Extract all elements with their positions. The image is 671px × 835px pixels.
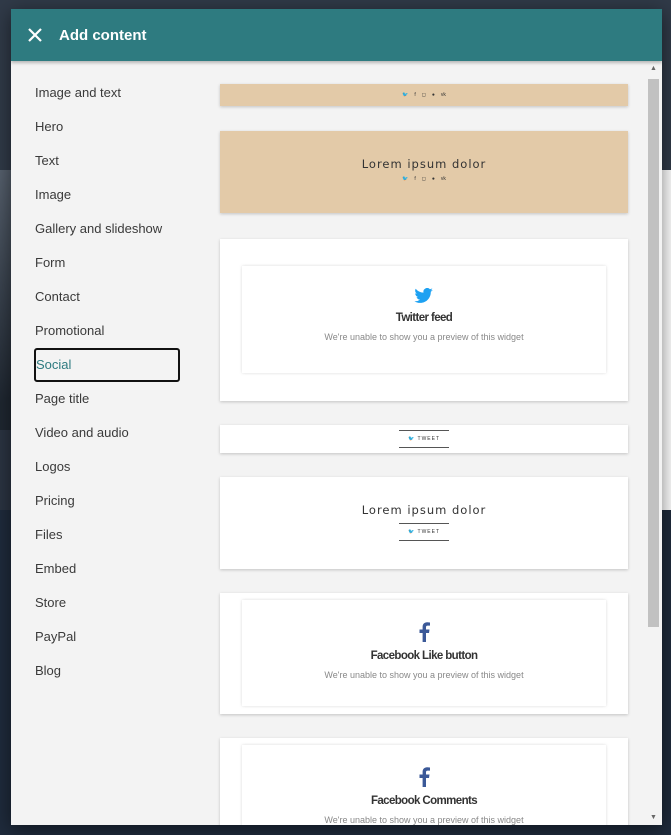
twitter-icon: 🐦 <box>407 529 418 535</box>
sidebar-item-video-and-audio[interactable]: Video and audio <box>34 416 180 450</box>
twitter-icon: 🐦 <box>402 92 409 98</box>
tweet-with-heading-preview[interactable]: Lorem ipsum dolor 🐦 TWEET <box>220 477 628 569</box>
widget-name: Facebook Comments <box>370 795 478 807</box>
widget-name: Twitter feed <box>395 312 453 324</box>
tweet-button-preview[interactable]: 🐦 TWEET <box>220 425 628 453</box>
sidebar-item-page-title[interactable]: Page title <box>34 382 180 416</box>
preview-heading: Lorem ipsum dolor <box>361 503 487 517</box>
scrollbar[interactable]: ▲ ▼ <box>646 61 662 825</box>
facebook-comments-preview[interactable]: Facebook Comments We're unable to show y… <box>220 738 628 825</box>
widget-message: We're unable to show you a preview of th… <box>324 815 524 825</box>
twitter-icon: 🐦 <box>402 176 409 182</box>
dialog-header: Add content <box>11 9 662 61</box>
sidebar-item-image-and-text[interactable]: Image and text <box>34 76 180 110</box>
instagram-icon: ◻ <box>421 176 426 182</box>
widget-name: Facebook Like button <box>370 650 478 662</box>
social-icons-row: 🐦 f ◻ ● vk <box>220 176 628 182</box>
tweet-button: 🐦 TWEET <box>399 523 449 541</box>
twitter-feed-preview[interactable]: Twitter feed We're unable to show you a … <box>220 239 628 401</box>
scroll-down-icon[interactable]: ▼ <box>650 814 657 821</box>
scroll-up-icon[interactable]: ▲ <box>650 65 657 72</box>
sidebar-item-contact[interactable]: Contact <box>34 280 180 314</box>
sidebar-item-files[interactable]: Files <box>34 518 180 552</box>
tweet-label: TWEET <box>417 529 441 535</box>
dialog-title: Add content <box>59 26 147 44</box>
sidebar-item-paypal[interactable]: PayPal <box>34 620 180 654</box>
facebook-icon <box>419 622 430 642</box>
facebook-icon: f <box>414 92 416 98</box>
facebook-like-preview[interactable]: Facebook Like button We're unable to sho… <box>220 593 628 714</box>
tweet-button: 🐦 TWEET <box>399 430 449 448</box>
pinterest-icon: ● <box>431 92 435 98</box>
widget-message: We're unable to show you a preview of th… <box>324 332 524 342</box>
sidebar-item-promotional[interactable]: Promotional <box>34 314 180 348</box>
sidebar-item-text[interactable]: Text <box>34 144 180 178</box>
twitter-feed-widget: Twitter feed We're unable to show you a … <box>242 266 606 373</box>
pinterest-icon: ● <box>431 176 435 182</box>
social-hero-preview[interactable]: Lorem ipsum dolor 🐦 f ◻ ● vk <box>220 131 628 213</box>
twitter-icon: 🐦 <box>407 436 418 442</box>
preview-list: 🐦 f ◻ ● vk Lorem ipsum dolor 🐦 f ◻ ● vk <box>201 61 662 825</box>
sidebar-item-store[interactable]: Store <box>34 586 180 620</box>
sidebar-item-gallery-and-slideshow[interactable]: Gallery and slideshow <box>34 212 180 246</box>
sidebar-item-social[interactable]: Social <box>34 348 180 382</box>
sidebar-item-embed[interactable]: Embed <box>34 552 180 586</box>
close-icon <box>28 28 42 42</box>
social-bar-preview[interactable]: 🐦 f ◻ ● vk <box>220 84 628 106</box>
facebook-icon <box>419 767 430 787</box>
preview-heading: Lorem ipsum dolor <box>361 157 487 171</box>
close-button[interactable] <box>25 25 45 45</box>
add-content-dialog: Add content Image and text Hero Text Ima… <box>11 9 662 825</box>
instagram-icon: ◻ <box>421 92 426 98</box>
social-icons-row: 🐦 f ◻ ● vk <box>402 92 446 98</box>
scroll-thumb[interactable] <box>648 79 659 627</box>
facebook-icon: f <box>414 176 416 182</box>
sidebar-item-logos[interactable]: Logos <box>34 450 180 484</box>
category-sidebar: Image and text Hero Text Image Gallery a… <box>11 61 201 825</box>
sidebar-item-pricing[interactable]: Pricing <box>34 484 180 518</box>
twitter-bird-icon <box>414 288 433 303</box>
vk-icon: vk <box>440 176 446 182</box>
sidebar-item-image[interactable]: Image <box>34 178 180 212</box>
facebook-like-widget: Facebook Like button We're unable to sho… <box>242 600 606 706</box>
vk-icon: vk <box>440 92 446 98</box>
tweet-label: TWEET <box>417 436 441 442</box>
facebook-comments-widget: Facebook Comments We're unable to show y… <box>242 745 606 825</box>
sidebar-item-blog[interactable]: Blog <box>34 654 180 688</box>
sidebar-item-form[interactable]: Form <box>34 246 180 280</box>
widget-message: We're unable to show you a preview of th… <box>324 670 524 680</box>
sidebar-item-hero[interactable]: Hero <box>34 110 180 144</box>
